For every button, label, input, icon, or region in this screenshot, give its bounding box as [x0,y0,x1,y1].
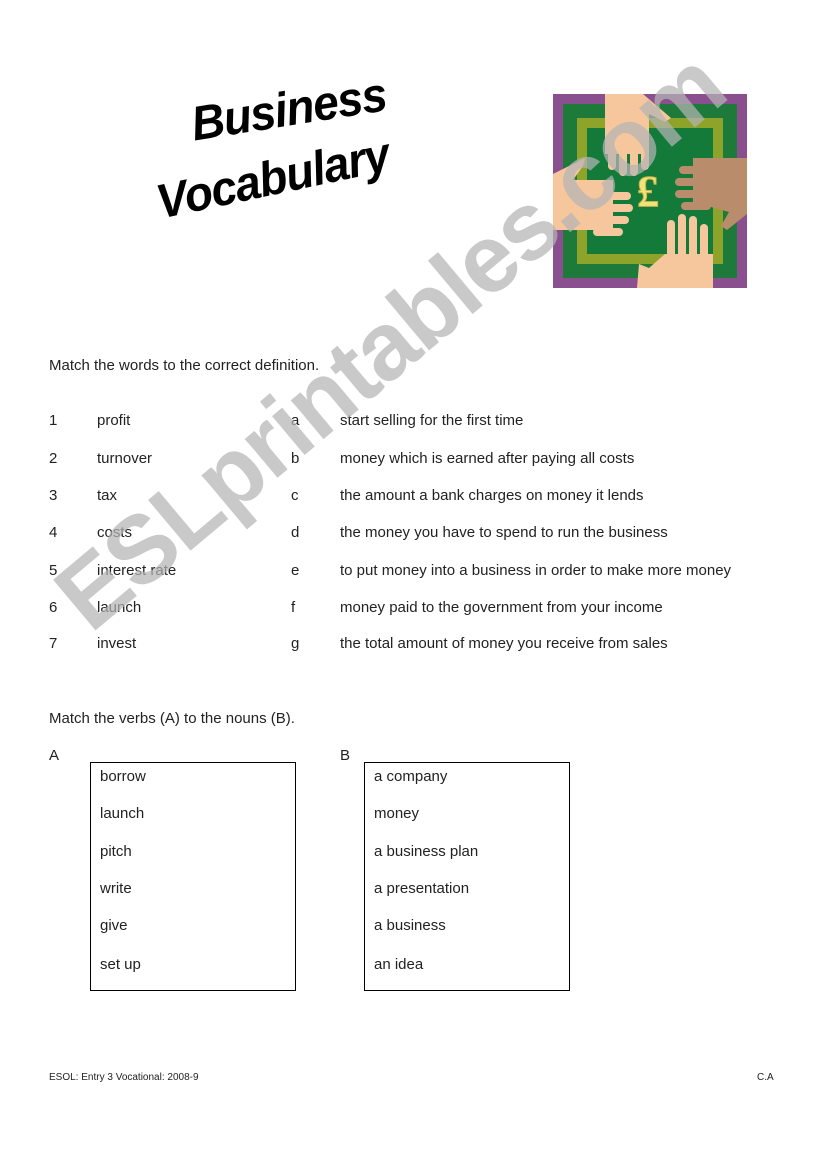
footer-course: ESOL: Entry 3 Vocational: 2008-9 [49,1072,199,1083]
definition-letter: b [291,450,300,467]
exercise-2-instruction: Match the verbs (A) to the nouns (B). [49,710,295,727]
exercise-1-instruction: Match the words to the correct definitio… [49,357,320,374]
vocabulary-word: profit [97,412,131,429]
noun-item: an idea [374,956,424,973]
noun-item: a business plan [374,843,479,860]
vocabulary-word: launch [97,599,142,616]
definition-text: the money you have to spend to run the b… [340,524,668,541]
verb-item: pitch [100,843,132,860]
title-line-2: Vocabulary [151,126,394,229]
nouns-box: a company money a business plan a presen… [364,762,570,991]
definition-text: to put money into a business in order to… [340,562,732,579]
verb-item: write [100,880,132,897]
row-number: 1 [49,412,58,429]
definition-row: 1 profit a start selling for the first t… [0,412,821,432]
vocabulary-word: interest rate [97,562,177,579]
vocabulary-word: invest [97,635,137,652]
row-number: 5 [49,562,58,579]
definition-row: 7 invest g the total amount of money you… [0,635,821,655]
definition-text: money which is earned after paying all c… [340,450,635,467]
verb-item: set up [100,956,141,973]
definition-text: the total amount of money you receive fr… [340,635,668,652]
row-number: 3 [49,487,58,504]
noun-item: a business [374,917,446,934]
verb-item: give [100,917,128,934]
definition-text: the amount a bank charges on money it le… [340,487,644,504]
vocabulary-word: turnover [97,450,153,467]
row-number: 7 [49,635,58,652]
vocabulary-word: costs [97,524,133,541]
noun-item: money [374,805,420,822]
verb-item: borrow [100,768,146,785]
definition-row: 5 interest rate e to put money into a bu… [0,562,821,582]
definition-text: start selling for the first time [340,412,524,429]
column-a-label: A [49,747,60,764]
verb-item: launch [100,805,145,822]
row-number: 6 [49,599,58,616]
definition-letter: c [291,487,299,504]
verbs-box: borrow launch pitch write give set up [90,762,296,991]
column-b-label: B [340,747,351,764]
noun-item: a company [374,768,448,785]
pound-symbol: £ [637,167,659,216]
definition-row: 3 tax c the amount a bank charges on mon… [0,487,821,507]
definition-row: 2 turnover b money which is earned after… [0,450,821,470]
row-number: 4 [49,524,58,541]
hands-pound-icon: £ [553,94,747,288]
definition-letter: d [291,524,300,541]
definition-row: 4 costs d the money you have to spend to… [0,524,821,544]
worksheet-page: Business Vocabulary £ Match the words to… [0,0,821,1169]
definition-letter: f [291,599,296,616]
definition-letter: g [291,635,300,652]
definition-text: money paid to the government from your i… [340,599,663,616]
vocabulary-word: tax [97,487,118,504]
definition-letter: a [291,412,300,429]
footer-author: C.A [757,1072,774,1083]
definition-row: 6 launch f money paid to the government … [0,599,821,619]
row-number: 2 [49,450,58,467]
noun-item: a presentation [374,880,470,897]
definition-letter: e [291,562,300,579]
